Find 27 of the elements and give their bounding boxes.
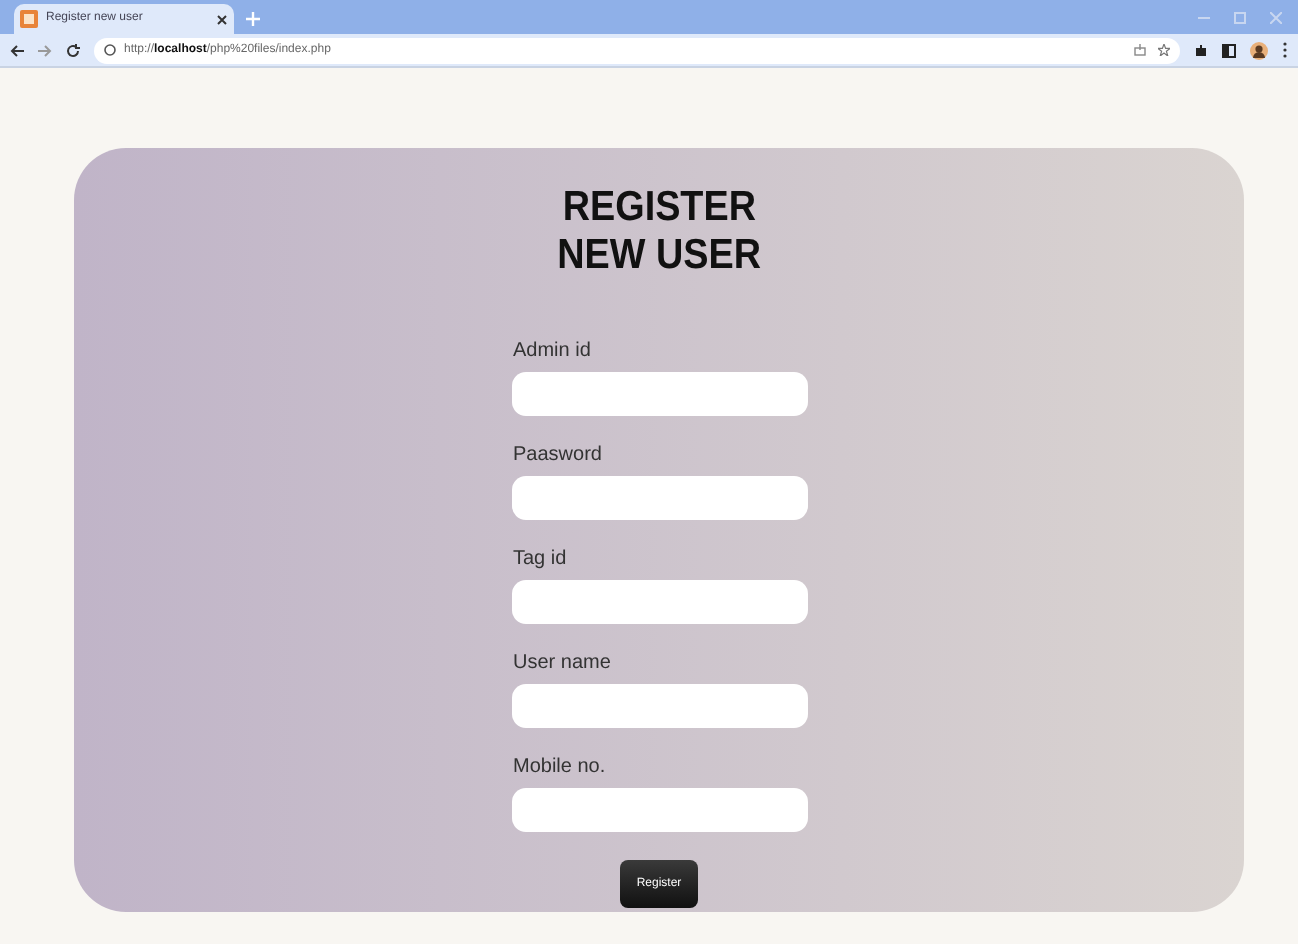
back-icon[interactable] [10,43,24,57]
star-icon[interactable] [1158,44,1170,56]
plus-icon[interactable] [246,12,260,26]
field-label: Mobile no. [513,756,608,780]
input-field[interactable] [511,476,807,520]
maximize-icon[interactable] [1234,12,1246,24]
input-field[interactable] [511,580,807,624]
sidebar-icon[interactable] [1222,43,1236,57]
input-field[interactable] [511,788,807,832]
close-icon[interactable] [216,13,228,25]
field-label: User name [513,652,613,676]
field-label: Paasword [513,444,604,468]
page-icon [20,10,38,28]
minimize-icon[interactable] [1198,12,1210,24]
menu-icon[interactable] [1282,42,1288,58]
reload-icon[interactable] [66,43,80,57]
input-field[interactable] [511,372,807,416]
input-field[interactable] [511,684,807,728]
share-icon[interactable] [1134,44,1146,56]
info-icon [104,44,116,56]
avatar-icon[interactable] [1250,41,1268,59]
puzzle-icon[interactable] [1194,43,1208,57]
form-title: REGISTER [562,184,756,232]
form-title: NEW USER [557,232,761,280]
field-label: Admin id [513,340,593,364]
field-label: Tag id [513,548,569,572]
forward-icon[interactable] [38,43,52,57]
